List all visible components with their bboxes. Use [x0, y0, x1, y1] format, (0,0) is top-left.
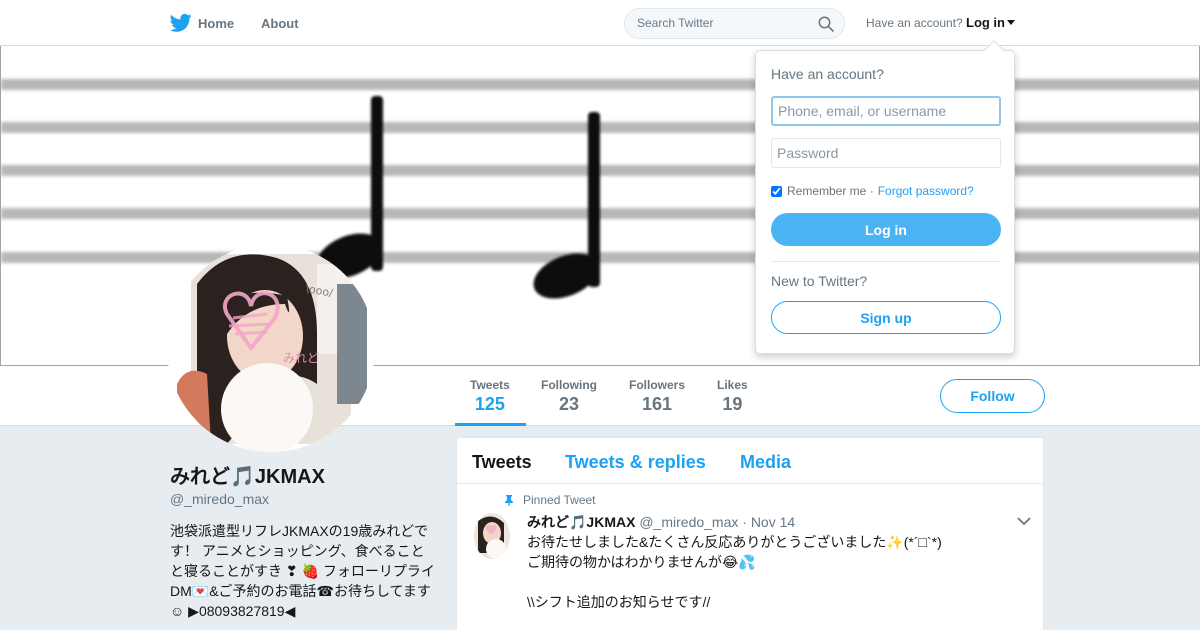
stat-label: Likes	[717, 378, 748, 392]
nav-home-label: Home	[198, 15, 235, 31]
stat-tweets[interactable]: Tweets 125	[470, 378, 510, 415]
tab-tweets-replies[interactable]: Tweets & replies	[565, 452, 706, 473]
login-menu-toggle[interactable]: Log in	[966, 15, 1015, 30]
avatar-signature: みれど	[283, 351, 319, 365]
nav-about-link[interactable]: About	[261, 0, 299, 46]
tweet-date[interactable]: · Nov 14	[742, 514, 795, 530]
stat-value: 125	[474, 394, 505, 414]
caret-down-icon	[1007, 20, 1015, 25]
remember-me-checkbox[interactable]	[771, 185, 782, 197]
profile-avatar[interactable]: \ooo/ みれど	[167, 244, 375, 452]
stat-likes[interactable]: Likes 19	[717, 378, 748, 415]
have-account-text: Have an account?	[866, 16, 963, 30]
search-box[interactable]	[624, 8, 845, 39]
login-button[interactable]: Log in	[771, 213, 1001, 246]
tweet-avatar-photo	[474, 513, 510, 559]
avatar-photo: \ooo/ みれど	[167, 244, 375, 452]
tweet-text: お待たせしました&たくさん反応ありがとうございました✨(*´□`*) ご期待の物…	[527, 534, 942, 610]
remember-row: Remember me · Forgot password?	[771, 184, 974, 198]
tweet-avatar[interactable]	[474, 513, 510, 559]
timeline: Tweets Tweets & replies Media Pinned Twe…	[456, 437, 1044, 630]
top-nav: Home About Have an account? Log in	[0, 0, 1200, 46]
search-icon[interactable]	[818, 16, 834, 32]
profile-name: みれど🎵JKMAX	[170, 466, 325, 488]
active-tab-underline	[455, 423, 526, 426]
password-field[interactable]	[771, 138, 1001, 168]
forgot-password-link[interactable]: Forgot password?	[878, 184, 974, 198]
stat-value: 23	[558, 394, 580, 414]
nav-home-link[interactable]: Home	[170, 0, 234, 46]
divider	[771, 261, 1001, 262]
timeline-tabs: Tweets Tweets & replies Media	[457, 438, 1043, 484]
follow-button[interactable]: Follow	[940, 379, 1045, 413]
pinned-text: Pinned Tweet	[523, 493, 596, 507]
tweet-header: みれど🎵JKMAX @_miredo_max · Nov 14	[527, 512, 795, 532]
stat-value: 161	[641, 394, 673, 414]
tweet-author-handle[interactable]: @_miredo_max	[639, 514, 738, 530]
chevron-down-icon[interactable]	[1017, 516, 1031, 526]
stat-label: Following	[541, 378, 597, 392]
stat-label: Followers	[629, 378, 686, 392]
stat-following[interactable]: Following 23	[541, 378, 597, 415]
pinned-tweet-label: Pinned Tweet	[503, 493, 596, 507]
username-field[interactable]	[771, 96, 1001, 126]
search-input[interactable]	[637, 16, 807, 30]
dropdown-title: Have an account?	[771, 66, 884, 82]
stat-label: Tweets	[470, 378, 510, 392]
login-menu-label: Log in	[966, 15, 1005, 30]
remember-me-label[interactable]: Remember me ·	[787, 184, 874, 198]
new-to-twitter-text: New to Twitter?	[771, 273, 868, 289]
pin-icon	[505, 495, 513, 506]
stat-value: 19	[722, 394, 743, 414]
signup-button[interactable]: Sign up	[771, 301, 1001, 334]
tab-tweets[interactable]: Tweets	[472, 452, 532, 473]
login-dropdown: Have an account? Remember me · Forgot pa…	[755, 40, 1015, 354]
stat-followers[interactable]: Followers 161	[629, 378, 685, 415]
twitter-bird-icon	[170, 13, 192, 32]
profile-bio: 池袋派遣型リフレJKMAXの19歳みれどです！ アニメとショッピング、食べること…	[170, 523, 435, 619]
profile-handle[interactable]: @_miredo_max	[170, 491, 269, 507]
tab-media[interactable]: Media	[740, 452, 791, 473]
tweet-author-name[interactable]: みれど🎵JKMAX	[527, 514, 635, 530]
